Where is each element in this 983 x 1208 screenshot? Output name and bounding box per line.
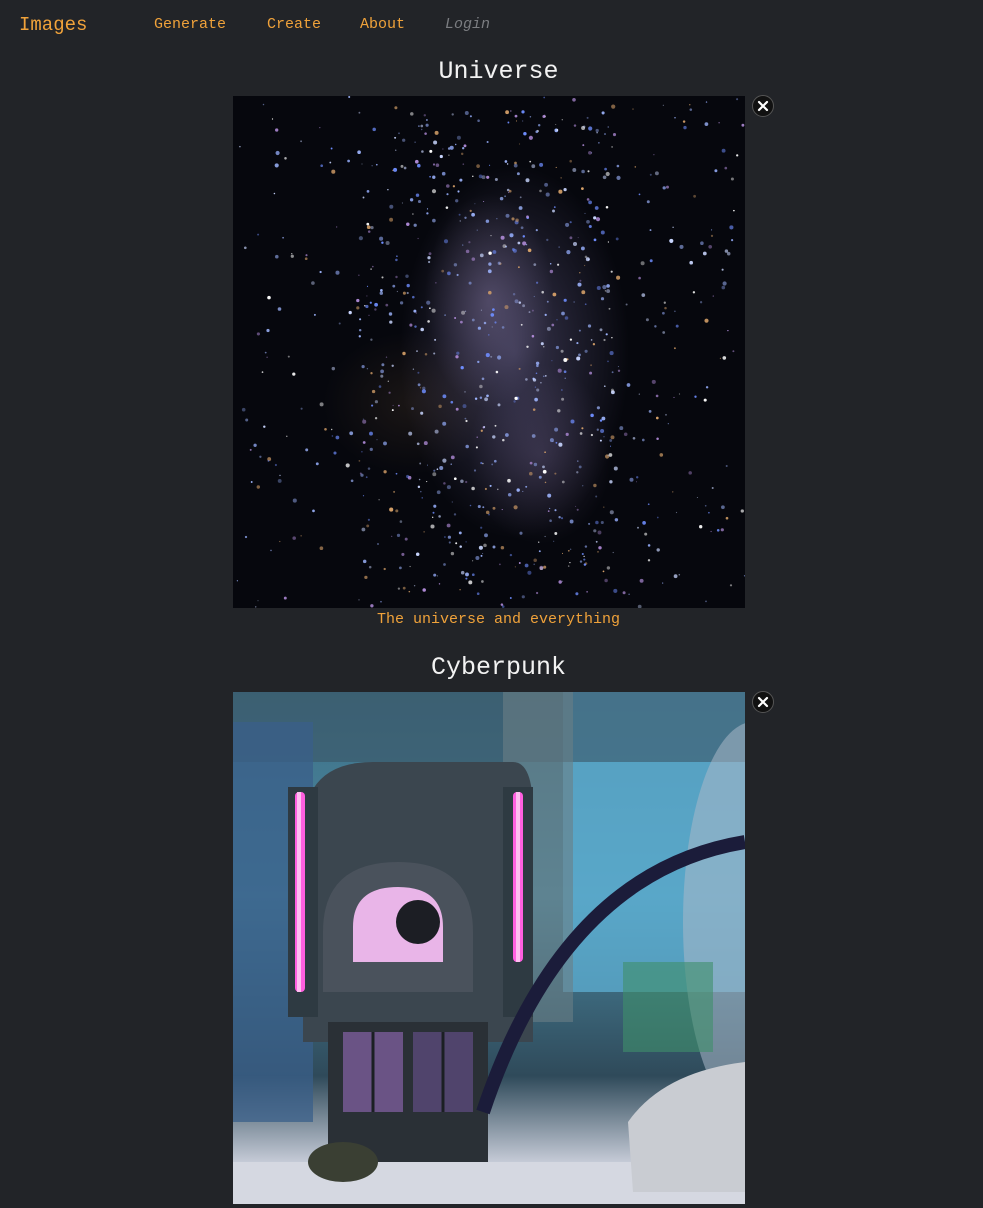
close-icon xyxy=(757,696,769,708)
nav-link-login: Login xyxy=(445,16,491,33)
starfield-image xyxy=(233,96,745,608)
nav-link-about[interactable]: About xyxy=(360,16,405,34)
nav-link-generate[interactable]: Generate xyxy=(154,16,226,34)
card-title: Cyberpunk xyxy=(430,653,567,682)
close-icon xyxy=(757,100,769,112)
close-button[interactable] xyxy=(752,95,774,117)
cyberpunk-scene-image xyxy=(233,692,745,1204)
card-title: Universe xyxy=(438,57,559,86)
navbar: Images Generate Create About Login xyxy=(0,0,983,50)
brand-link[interactable]: Images xyxy=(19,13,87,37)
nav-link-create[interactable]: Create xyxy=(267,16,321,34)
close-button[interactable] xyxy=(752,691,774,713)
image-caption: The universe and everything xyxy=(376,611,621,628)
